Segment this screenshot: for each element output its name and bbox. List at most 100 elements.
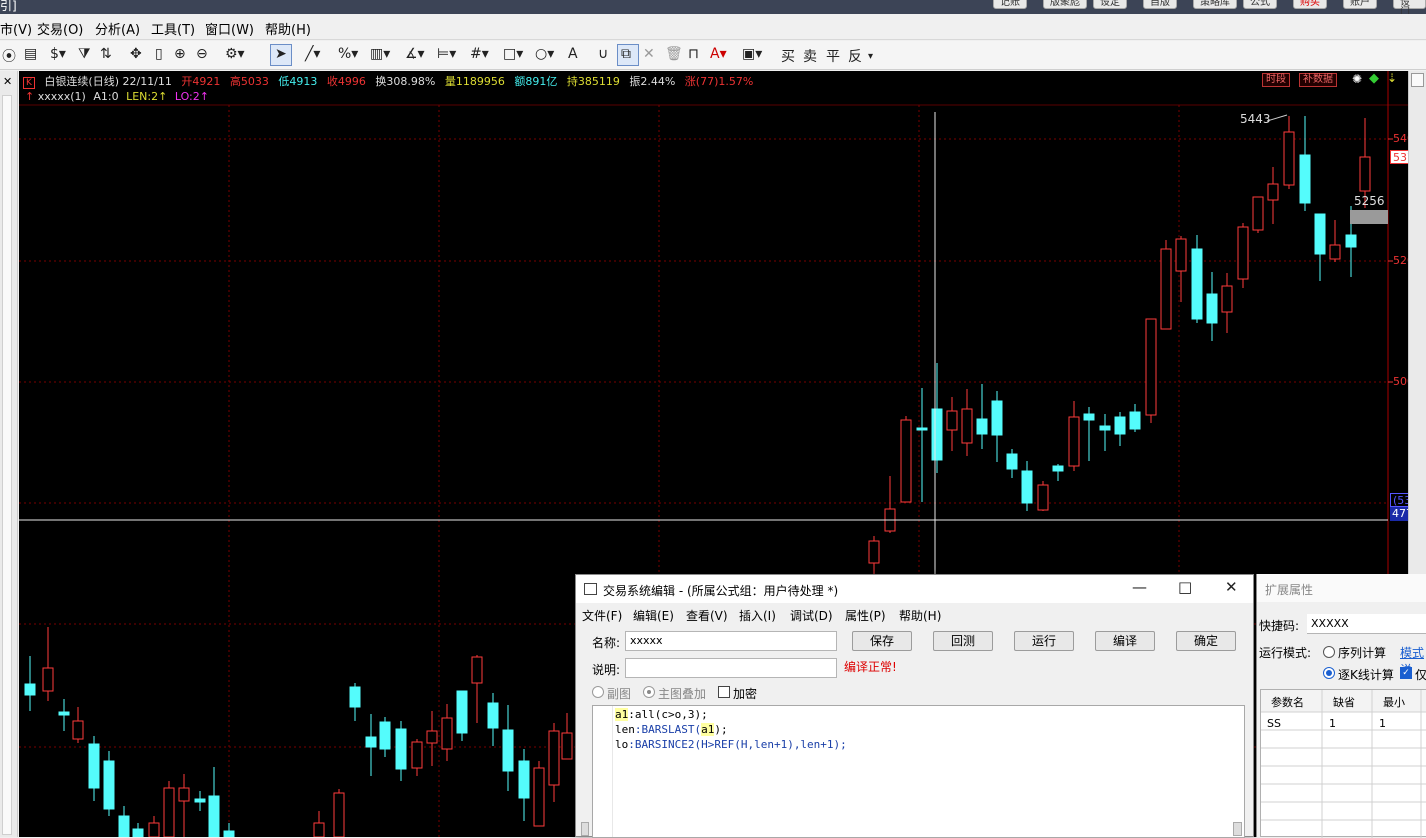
menu-analysis[interactable]: 分析(A) [95,19,140,38]
sort-icon[interactable]: ⇅ [100,46,112,62]
top-button-1[interactable]: 记账 [993,0,1027,9]
filter-icon[interactable]: ⧩ [78,46,91,62]
indicator-len: LEN:2 [126,90,159,103]
menu-help[interactable]: 帮助(H) [265,19,311,38]
top-button-6[interactable]: 公式 [1243,0,1277,9]
diamond-icon[interactable]: ◆ [1369,71,1379,86]
trash-icon[interactable]: 🗑 [665,46,683,62]
param-default-cell[interactable]: 1 [1329,717,1336,730]
top-button-5[interactable]: 策略库 [1193,0,1237,9]
candle-body-22 [441,717,453,750]
top-button-4[interactable]: 自版 [1143,0,1177,9]
candle-body-4 [88,743,100,789]
shortcut-input[interactable]: XXXXX [1307,614,1426,634]
pointer-icon[interactable]: ➤ [275,46,287,62]
ellipse-icon[interactable]: ○▾ [535,46,554,62]
name-input[interactable]: xxxxx [625,631,837,651]
percent-icon[interactable]: %▾ [338,46,358,62]
dmenu-file[interactable]: 文件(F) [582,607,622,624]
candle-body-30 [561,732,573,760]
dollar-icon[interactable]: $▾ [50,46,66,62]
subchart-radio[interactable] [592,686,604,698]
dmenu-insert[interactable]: 插入(I) [739,607,776,624]
backtest-button[interactable]: 回测 [933,631,993,651]
left-scrollbar[interactable] [2,95,12,835]
candle-body-27 [518,760,530,799]
run-button[interactable]: 运行 [1014,631,1074,651]
copy-icon[interactable]: ⧉ [621,46,631,62]
panel-toggle[interactable] [1411,73,1424,87]
move-icon[interactable]: ✥ [130,46,142,62]
timeframe-button[interactable]: 时段 [1262,73,1290,87]
bar-icon[interactable]: ▯ [155,46,163,62]
save-button[interactable]: 保存 [852,631,912,651]
overlay-radio[interactable] [643,686,655,698]
buy-button[interactable]: 买 [781,46,795,66]
gear-icon[interactable]: ⚙▾ [225,46,245,62]
zoom-in-icon[interactable]: ⊕ [174,46,186,62]
indicator-bar: ↑ xxxxx(1) A1:0 LEN:2↑ LO:2↑ [25,90,209,103]
shortcut-label: 快捷码: [1259,619,1300,633]
editor-scroll-left[interactable] [581,822,589,836]
menu-trade[interactable]: 交易(O) [37,19,83,38]
k-badge[interactable]: K [23,77,35,89]
dmenu-help[interactable]: 帮助(H) [899,607,941,624]
runmode-bar-radio[interactable] [1323,667,1335,679]
encrypt-checkbox[interactable] [718,686,730,698]
param-name-cell[interactable]: SS [1267,717,1281,730]
dmenu-props[interactable]: 属性(P) [845,607,886,624]
top-button-buy[interactable]: 购买 [1293,0,1327,9]
candle-body-62 [1345,234,1357,248]
ruler-icon[interactable]: ▥▾ [370,46,390,62]
dmenu-view[interactable]: 查看(V) [686,607,728,624]
indicator-a1: A1:0 [93,90,119,103]
code-editor[interactable]: a1:all(c>o,3); len:BARSLAST(a1); lo:BARS… [581,705,1245,838]
line-tool-icon[interactable]: ╱▾ [305,46,320,62]
text-tool-icon[interactable]: A [568,46,578,62]
more-icon[interactable]: ▾ [868,51,873,62]
fill-data-button[interactable]: 补数据 [1299,73,1337,87]
lock-icon[interactable]: ⊓ [688,46,699,62]
desc-input[interactable] [625,658,837,678]
minimize-icon[interactable]: — [1132,578,1147,596]
compile-button[interactable]: 编译 [1095,631,1155,651]
arrow-down-icon[interactable]: ⇣ [1387,71,1397,85]
save-icon[interactable]: ▣▾ [742,46,762,62]
delete-icon[interactable]: ✕ [643,46,655,62]
menu-window[interactable]: 窗口(W) [205,19,254,38]
close-icon[interactable]: ✕ [3,75,12,88]
params-table[interactable]: 参数名 缺省 最小 SS 1 1 [1260,689,1426,838]
candle-body-37 [961,408,973,444]
runmode-series-radio[interactable] [1323,646,1335,658]
magnet-icon[interactable]: ∪ [598,46,608,62]
top-button-9[interactable]: 设门 [1393,0,1426,18]
ok-button[interactable]: 确定 [1176,631,1236,651]
top-button-2[interactable]: 版聚彪 [1043,0,1087,9]
angle-icon[interactable]: ∡▾ [405,46,425,62]
color-text-icon[interactable]: A▾ [710,46,727,62]
sell-button[interactable]: 卖 [803,46,817,66]
editor-scroll-right[interactable] [1233,822,1242,836]
menu-view[interactable]: 市(V) [0,19,32,38]
candle-body-9 [163,787,175,837]
dmenu-edit[interactable]: 编辑(E) [633,607,674,624]
param-min-cell[interactable]: 1 [1379,717,1386,730]
document-icon[interactable]: ▤ [24,46,37,62]
dmenu-debug[interactable]: 调试(D) [790,607,833,624]
close-position-button[interactable]: 平 [826,46,840,66]
top-button-8[interactable]: 账户 [1343,0,1377,9]
only-checkbox[interactable]: ✓ [1400,667,1412,679]
candle-body-34 [916,427,928,431]
menu-tools[interactable]: 工具(T) [151,19,195,38]
grid-icon[interactable]: #▾ [470,46,489,62]
maximize-icon[interactable]: □ [1178,578,1192,596]
top-button-3[interactable]: 设定 [1093,0,1127,9]
rect-icon[interactable]: □▾ [503,46,523,62]
reverse-button[interactable]: 反 [848,46,862,66]
settings-gear-icon[interactable]: ✺ [1352,72,1362,86]
zoom-out-icon[interactable]: ⊖ [196,46,208,62]
fib-icon[interactable]: ⊨▾ [437,46,456,62]
close-icon[interactable]: ✕ [1225,578,1238,596]
play-icon[interactable]: ⦿ [2,46,16,66]
candle-body-19 [395,728,407,770]
